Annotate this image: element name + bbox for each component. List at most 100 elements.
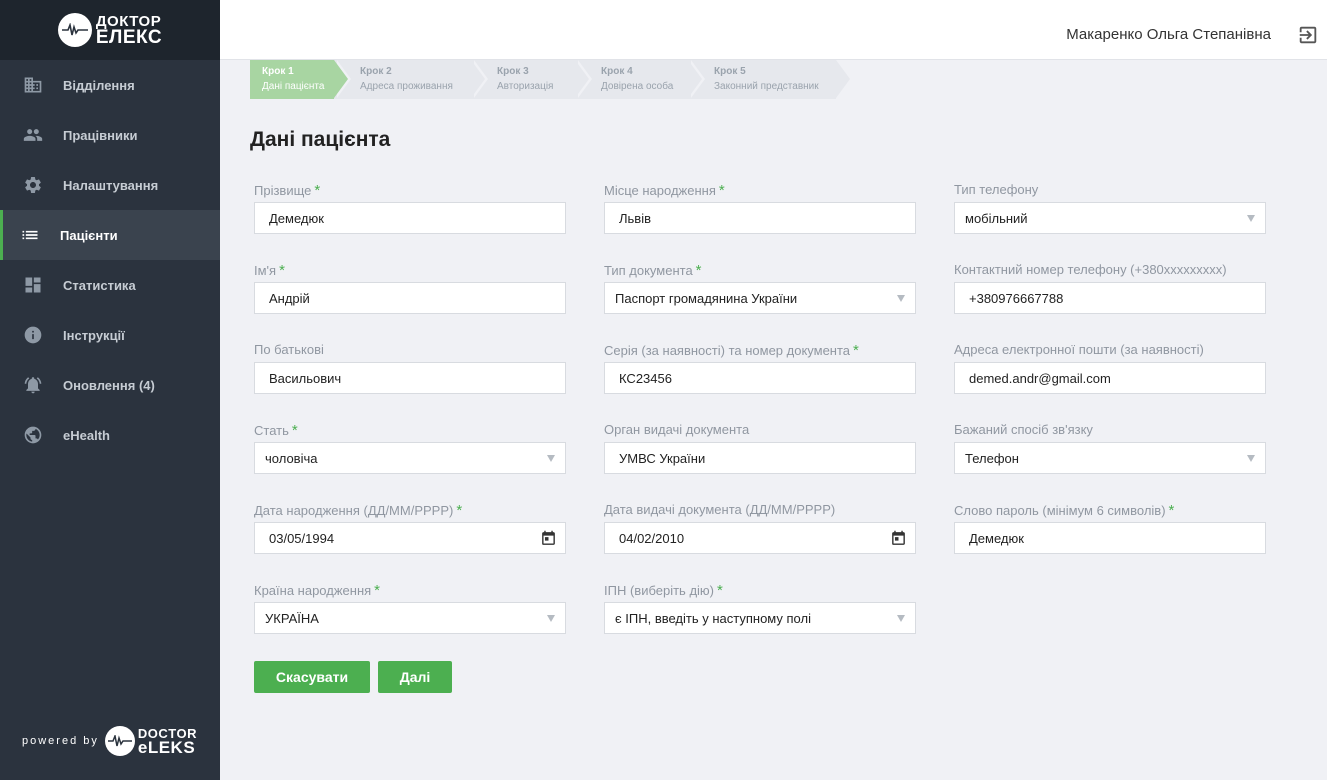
sidebar-item-departments[interactable]: Відділення	[0, 60, 220, 110]
patronymic-label: По батькові	[254, 342, 324, 357]
step-label: Адреса проживання	[360, 81, 453, 92]
birth-place-field: Місце народження * Львів	[604, 182, 916, 234]
phone-type-label: Тип телефону	[954, 182, 1039, 197]
sex-select[interactable]: чоловіча	[254, 442, 566, 474]
sidebar-item-updates[interactable]: Оновлення (4)	[0, 360, 220, 410]
globe-icon	[23, 425, 43, 445]
ipn-label: ІПН (виберіть дію) *	[604, 582, 723, 599]
name-label: Ім'я *	[254, 262, 285, 279]
patronymic-input[interactable]: Васильович	[254, 362, 566, 394]
password-word-field: Слово пароль (мінімум 6 символів) * Демед…	[954, 502, 1266, 554]
step-label: Довірена особа	[601, 81, 674, 92]
chevron-down-icon	[547, 455, 555, 462]
step-label: Законний представник	[714, 81, 819, 92]
name-input[interactable]: Андрій	[254, 282, 566, 314]
phone-label: Контактний номер телефону (+380xxxxxxxxx…	[954, 262, 1227, 277]
doc-date-input[interactable]: 04/02/2010	[604, 522, 916, 554]
sidebar-item-employees[interactable]: Працівники	[0, 110, 220, 160]
doc-issuer-input[interactable]: УМВС України	[604, 442, 916, 474]
wizard-stepper: Крок 1 Дані пацієнта Крок 2 Адреса прожи…	[250, 60, 853, 99]
birth-date-input[interactable]: 03/05/1994	[254, 522, 566, 554]
phone-input[interactable]: +380976667788	[954, 282, 1266, 314]
step-1[interactable]: Крок 1 Дані пацієнта	[250, 60, 351, 99]
building-icon	[23, 75, 43, 95]
bell-icon	[23, 375, 43, 395]
birth-place-input[interactable]: Львів	[604, 202, 916, 234]
logout-icon[interactable]	[1297, 24, 1319, 46]
birth-date-label: Дата народження (ДД/ММ/РРРР) *	[254, 502, 463, 519]
powered-by-text: powered by	[22, 735, 99, 747]
sidebar-nav: Відділення Працівники Налаштування Паціє…	[0, 60, 220, 460]
sidebar: ДОКТОР ЕЛЕКС Відділення Працівники Налаш…	[0, 0, 220, 780]
sex-label: Стать *	[254, 422, 298, 439]
powered-brand-line2: eLEKS	[137, 738, 196, 757]
doc-number-label: Серія (за наявності) та номер документа *	[604, 342, 859, 359]
powered-by: powered by DOCTOR eLEKS	[22, 726, 197, 756]
doc-number-field: Серія (за наявності) та номер документа *…	[604, 342, 916, 394]
doc-type-select[interactable]: Паспорт громадянина України	[604, 282, 916, 314]
logo-pulse-icon	[57, 13, 92, 47]
ipn-select[interactable]: є ІПН, введіть у наступному полі	[604, 602, 916, 634]
email-label: Адреса електронної пошти (за наявності)	[954, 342, 1204, 357]
email-field: Адреса електронної пошти (за наявності) …	[954, 342, 1266, 394]
birth-country-select[interactable]: УКРАЇНА	[254, 602, 566, 634]
ipn-field: ІПН (виберіть дію) * є ІПН, введіть у нас…	[604, 582, 916, 634]
surname-input[interactable]: Демедюк	[254, 202, 566, 234]
step-5[interactable]: Крок 5 Законний представник	[688, 60, 853, 99]
email-input[interactable]: demed.andr@gmail.com	[954, 362, 1266, 394]
doc-issuer-field: Орган видачі документа УМВС України	[604, 422, 916, 474]
powered-logo-icon	[104, 726, 135, 756]
sidebar-item-label: Інструкції	[63, 327, 125, 343]
people-icon	[23, 125, 43, 145]
sidebar-item-settings[interactable]: Налаштування	[0, 160, 220, 210]
doc-type-field: Тип документа * Паспорт громадянина Украї…	[604, 262, 916, 314]
chevron-down-icon	[897, 615, 905, 622]
contact-method-select[interactable]: Телефон	[954, 442, 1266, 474]
gear-icon	[23, 175, 43, 195]
powered-brand: DOCTOR eLEKS	[137, 727, 197, 757]
password-word-input[interactable]: Демедюк	[954, 522, 1266, 554]
step-number: Крок 3	[497, 66, 529, 77]
sidebar-item-statistics[interactable]: Статистика	[0, 260, 220, 310]
doc-issuer-label: Орган видачі документа	[604, 422, 750, 437]
chevron-down-icon	[1247, 215, 1255, 222]
user-name[interactable]: Макаренко Ольга Степанівна	[1066, 26, 1271, 43]
logo-text: ДОКТОР ЕЛЕКС	[95, 14, 163, 48]
sidebar-item-ehealth[interactable]: eHealth	[0, 410, 220, 460]
calendar-icon[interactable]	[540, 530, 557, 547]
sidebar-item-instructions[interactable]: Інструкції	[0, 310, 220, 360]
step-2[interactable]: Крок 2 Адреса проживання	[334, 60, 488, 99]
sidebar-item-label: Налаштування	[63, 177, 159, 193]
sidebar-item-label: Оновлення (4)	[63, 377, 155, 393]
password-word-label: Слово пароль (мінімум 6 символів) *	[954, 502, 1175, 519]
sidebar-item-label: Відділення	[63, 77, 135, 93]
contact-method-label: Бажаний спосіб зв'язку	[954, 422, 1093, 437]
patronymic-field: По батькові Васильович	[254, 342, 566, 394]
chevron-down-icon	[897, 295, 905, 302]
phone-type-field: Тип телефону мобільний	[954, 182, 1266, 234]
calendar-icon[interactable]	[890, 530, 907, 547]
logo[interactable]: ДОКТОР ЕЛЕКС	[0, 0, 220, 60]
sidebar-item-label: eHealth	[63, 427, 110, 443]
name-field: Ім'я * Андрій	[254, 262, 566, 314]
step-number: Крок 2	[360, 66, 392, 77]
chevron-down-icon	[547, 615, 555, 622]
surname-label: Прізвище *	[254, 182, 321, 199]
sidebar-item-label: Статистика	[63, 277, 136, 293]
step-number: Крок 1	[262, 66, 294, 77]
doc-date-field: Дата видачі документа (ДД/ММ/РРРР) 04/02…	[604, 502, 916, 554]
dashboard-icon	[23, 275, 43, 295]
cancel-button[interactable]: Скасувати	[254, 661, 370, 693]
info-icon	[23, 325, 43, 345]
doc-number-input[interactable]: КС23456	[604, 362, 916, 394]
logo-line2: ЕЛЕКС	[95, 26, 163, 48]
surname-field: Прізвище * Демедюк	[254, 182, 566, 234]
birth-place-label: Місце народження *	[604, 182, 725, 199]
next-button[interactable]: Далі	[378, 661, 452, 693]
sex-field: Стать * чоловіча	[254, 422, 566, 474]
page-title: Дані пацієнта	[250, 128, 391, 151]
sidebar-item-patients[interactable]: Пацієнти	[0, 210, 220, 260]
contact-method-field: Бажаний спосіб зв'язку Телефон	[954, 422, 1266, 474]
phone-type-select[interactable]: мобільний	[954, 202, 1266, 234]
list-icon	[20, 225, 40, 245]
